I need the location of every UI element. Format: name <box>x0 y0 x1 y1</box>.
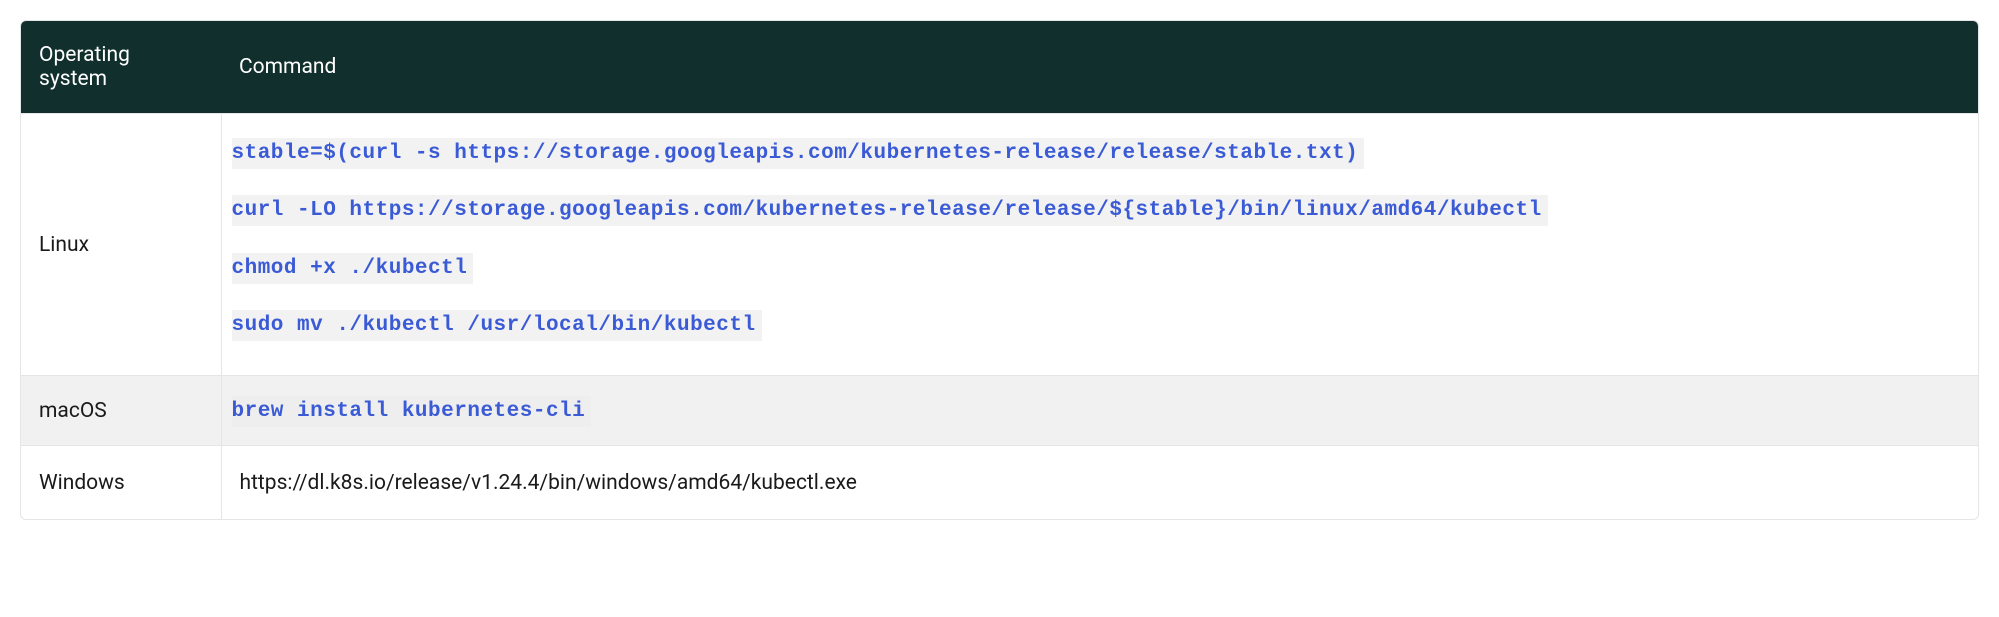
command-cell-windows: https://dl.k8s.io/release/v1.24.4/bin/wi… <box>221 446 1978 520</box>
code-line: stable=$(curl -s https://storage.googlea… <box>232 138 1365 169</box>
code-line: chmod +x ./kubectl <box>232 253 474 284</box>
command-cell-linux: stable=$(curl -s https://storage.googlea… <box>221 114 1978 376</box>
table-head: Operating system Command <box>21 21 1978 114</box>
os-cell-macos: macOS <box>21 376 221 446</box>
os-cell-linux: Linux <box>21 114 221 376</box>
col-header-os: Operating system <box>21 21 221 114</box>
install-table: Operating system Command Linux stable=$(… <box>20 20 1979 520</box>
table-body: Linux stable=$(curl -s https://storage.g… <box>21 114 1978 520</box>
table-row: Windows https://dl.k8s.io/release/v1.24.… <box>21 446 1978 520</box>
command-cell-macos: brew install kubernetes-cli <box>221 376 1978 446</box>
col-header-command: Command <box>221 21 1978 114</box>
table-row: macOS brew install kubernetes-cli <box>21 376 1978 446</box>
code-line: sudo mv ./kubectl /usr/local/bin/kubectl <box>232 310 762 341</box>
os-cell-windows: Windows <box>21 446 221 520</box>
code-line: curl -LO https://storage.googleapis.com/… <box>232 195 1548 226</box>
download-link[interactable]: https://dl.k8s.io/release/v1.24.4/bin/wi… <box>240 471 857 495</box>
table-row: Linux stable=$(curl -s https://storage.g… <box>21 114 1978 376</box>
code-line: brew install kubernetes-cli <box>232 396 592 427</box>
table: Operating system Command Linux stable=$(… <box>21 21 1978 519</box>
